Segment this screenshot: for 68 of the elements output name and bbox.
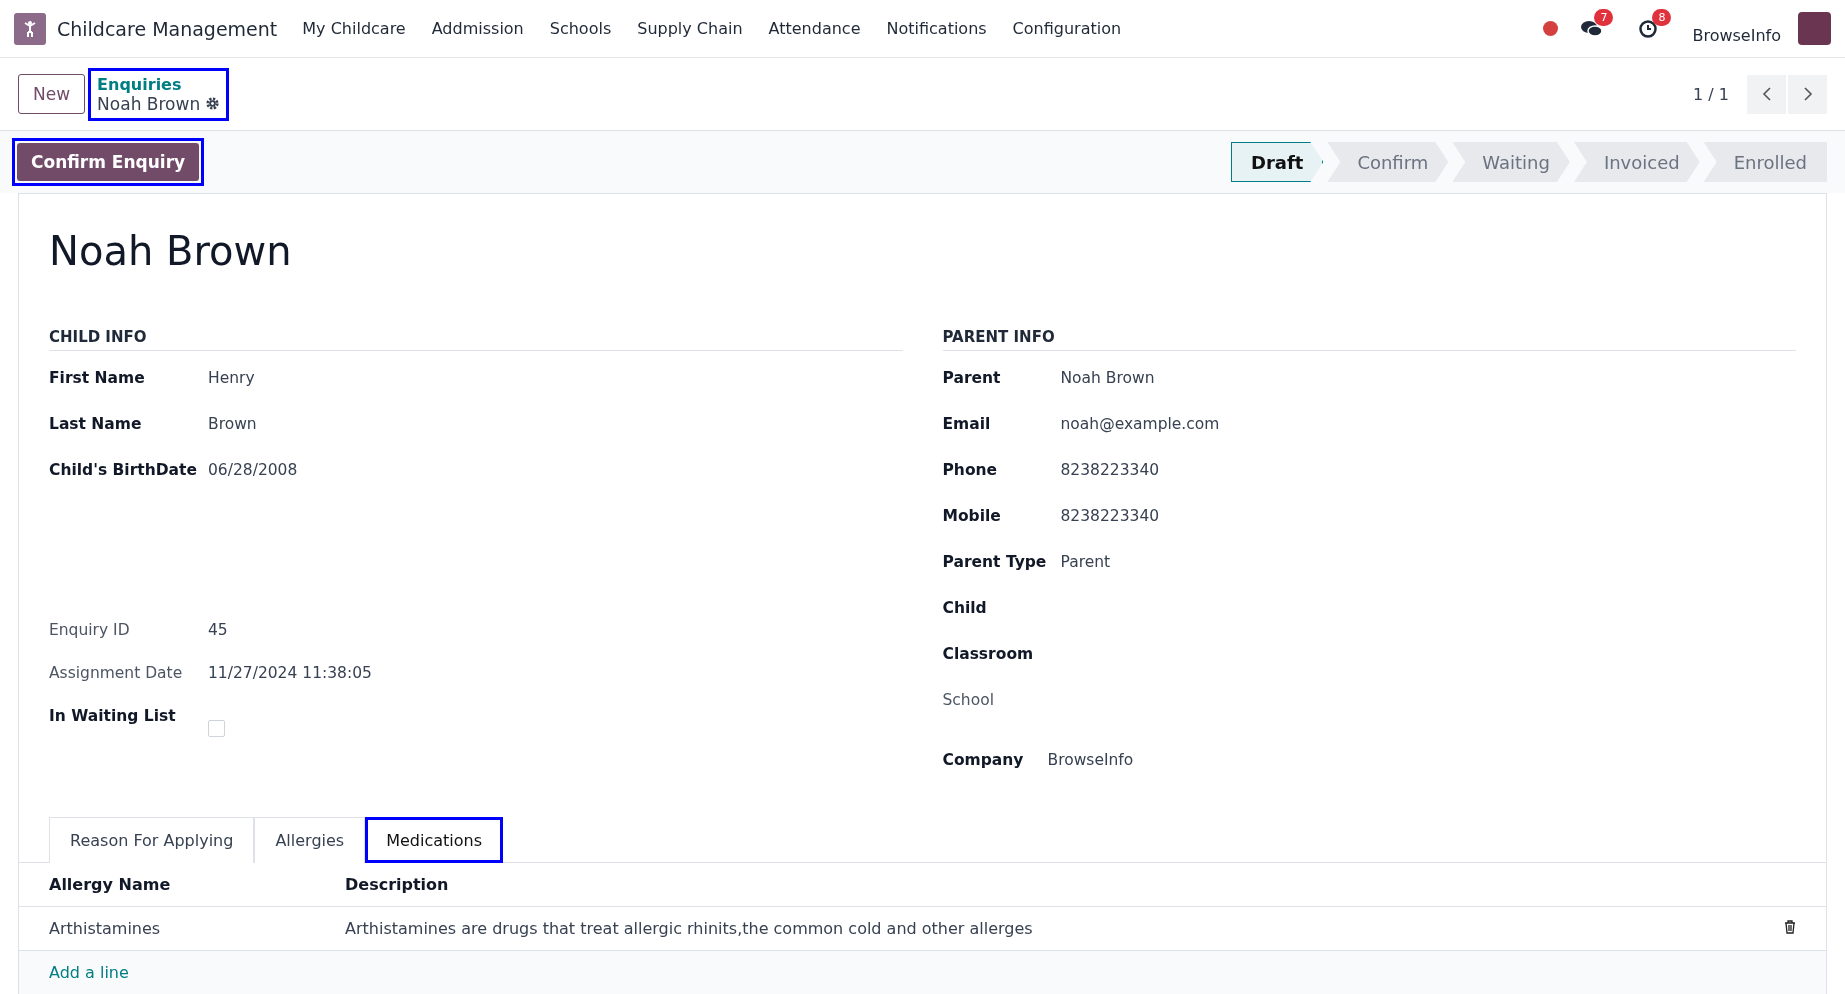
table-cell: Arthistamines are drugs that treat allergic rhinits,the common cold and other allerges — [345, 919, 1033, 938]
column-header: Description — [345, 875, 449, 894]
tab[interactable]: Allergies — [254, 817, 366, 863]
status-stage[interactable]: Draft — [1230, 142, 1324, 182]
field-label: Child's BirthDate — [49, 461, 198, 479]
field-value[interactable]: 8238223340 — [1060, 507, 1160, 525]
delete-icon[interactable] — [1784, 920, 1796, 934]
tab[interactable]: Reason For Applying — [49, 817, 255, 863]
status-stage[interactable]: Confirm — [1327, 142, 1449, 182]
breadcrumb-link[interactable]: Enquiries — [97, 74, 221, 94]
field-label: Child — [942, 599, 988, 617]
tab[interactable]: Medications — [365, 817, 503, 863]
field-value[interactable]: Noah Brown — [1060, 369, 1155, 387]
field-label: Company — [942, 751, 1025, 769]
field-value[interactable]: Brown — [208, 415, 257, 433]
status-stage[interactable]: Waiting — [1452, 142, 1570, 182]
field-value[interactable]: Parent — [1060, 553, 1111, 571]
app-name: Childcare Management — [57, 17, 278, 40]
field-label: Phone — [942, 461, 999, 479]
section-title: CHILD INFO — [49, 328, 903, 351]
chevron-right-icon — [1802, 86, 1813, 102]
menu-item[interactable]: Configuration — [999, 19, 1135, 38]
field-value[interactable]: Henry — [208, 369, 255, 387]
field-value[interactable]: 8238223340 — [1060, 461, 1160, 479]
menu-item[interactable]: My Childcare — [289, 19, 419, 38]
pager-counter: 1 / 1 — [1693, 84, 1729, 104]
field-label: Last Name — [49, 415, 143, 433]
field-label: Enquiry ID — [49, 621, 131, 639]
menu-item[interactable]: Attendance — [755, 19, 874, 38]
status-dot-icon[interactable] — [1543, 21, 1559, 36]
app-logo-icon[interactable] — [14, 12, 46, 45]
field-label: Email — [942, 415, 992, 433]
chevron-left-icon — [1761, 86, 1772, 102]
activity-count-badge: 8 — [1652, 8, 1672, 26]
status-stage[interactable]: Enrolled — [1703, 142, 1827, 182]
column-header: Allergy Name — [49, 875, 171, 894]
gear-icon[interactable] — [205, 96, 221, 111]
menu-item[interactable]: Notifications — [873, 19, 1000, 38]
section-title: PARENT INFO — [942, 328, 1796, 351]
field-label: Classroom — [942, 645, 1035, 663]
field-label: Parent — [942, 369, 1002, 387]
field-value[interactable]: noah@example.com — [1060, 415, 1220, 433]
field-value[interactable]: 11/27/2024 11:38:05 — [208, 664, 372, 682]
field-label: Parent Type — [942, 553, 1048, 571]
status-stage[interactable]: Invoiced — [1573, 142, 1700, 182]
field-label: Mobile — [942, 507, 1002, 525]
menu-item[interactable]: Supply Chain — [624, 19, 756, 38]
add-line-link[interactable]: Add a line — [49, 963, 129, 982]
record-name: Noah Brown — [97, 93, 201, 114]
checkbox[interactable] — [208, 720, 225, 737]
field-label: School — [942, 691, 995, 709]
field-value[interactable]: BrowseInfo — [1047, 751, 1134, 769]
record-title: Noah Brown — [49, 228, 293, 274]
menu-item[interactable]: Schools — [536, 19, 625, 38]
confirm-enquiry-button[interactable]: Confirm Enquiry — [17, 143, 200, 181]
field-label: First Name — [49, 369, 146, 387]
table-cell: Arthistamines — [49, 919, 161, 938]
menu-item[interactable]: Addmission — [418, 19, 537, 38]
company-switcher[interactable]: BrowseInfo — [1692, 26, 1781, 45]
message-count-badge: 7 — [1594, 8, 1614, 26]
previous-button[interactable] — [1747, 74, 1786, 114]
field-label: In Waiting List — [49, 707, 177, 725]
field-value[interactable]: 06/28/2008 — [208, 461, 298, 479]
new-button[interactable]: New — [18, 74, 86, 114]
field-value[interactable]: 45 — [208, 621, 228, 639]
next-button[interactable] — [1788, 74, 1827, 114]
clock-icon[interactable] — [1638, 18, 1659, 39]
field-label: Assignment Date — [49, 664, 184, 682]
